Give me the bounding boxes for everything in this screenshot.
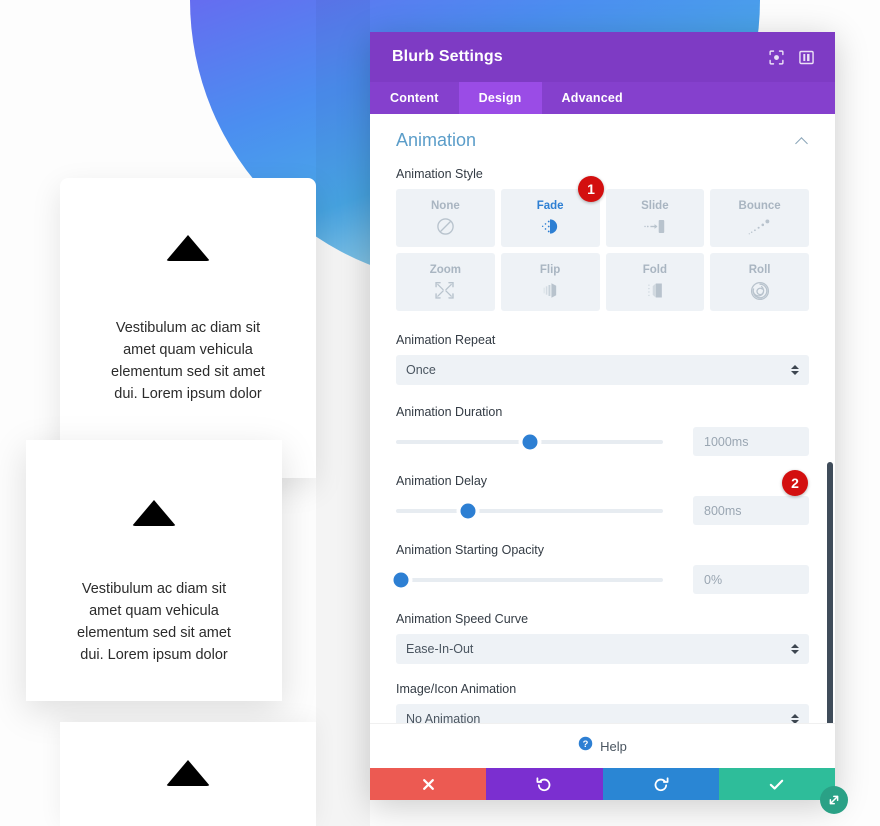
chevron-updown-icon <box>790 363 799 378</box>
blurb-card[interactable]: Vestibulum ac diam sit amet quam vehicul… <box>26 440 282 701</box>
screenshot-root: Vestibulum ac diam sit amet quam vehicul… <box>0 0 880 826</box>
animation-starting-opacity-label: Animation Starting Opacity <box>396 543 544 557</box>
animation-option-none[interactable]: None <box>396 189 495 247</box>
tab-content[interactable]: Content <box>370 82 459 114</box>
blurb-card[interactable] <box>60 722 316 826</box>
slider-track <box>396 434 663 449</box>
animation-option-bounce[interactable]: Bounce <box>710 189 809 247</box>
animation-option-label: Bounce <box>738 199 781 212</box>
animation-option-flip[interactable]: Flip <box>500 253 600 311</box>
cancel-button[interactable] <box>370 768 487 800</box>
slider-thumb[interactable] <box>393 572 409 587</box>
blurb-card[interactable]: Vestibulum ac diam sit amet quam vehicul… <box>60 178 316 478</box>
column-shade-left <box>316 0 370 826</box>
focus-target-icon[interactable] <box>761 42 791 72</box>
animation-speed-curve-select[interactable]: Ease-In-Out <box>396 634 809 664</box>
animation-option-label: Zoom <box>429 263 462 276</box>
animation-option-slide[interactable]: Slide <box>605 189 705 247</box>
animation-starting-opacity-slider[interactable] <box>393 569 693 591</box>
modal-footer <box>370 768 835 800</box>
section-title: Animation <box>396 130 477 150</box>
blurb-settings-modal: Blurb Settings Content Design Advanced A… <box>370 32 848 814</box>
animation-starting-opacity-row: 0% <box>393 565 809 594</box>
checkmark-icon <box>770 779 784 790</box>
animation-option-label: Slide <box>641 199 669 212</box>
triangle-up-icon <box>166 235 210 261</box>
animation-option-label: Roll <box>748 263 771 276</box>
animation-speed-curve-value: Ease-In-Out <box>406 642 474 656</box>
modal-body: Animation Animation Style None Fade Slid… <box>370 114 835 768</box>
svg-text:?: ? <box>583 739 589 749</box>
animation-option-label: None <box>431 199 460 212</box>
animation-style-label: Animation Style <box>396 167 483 181</box>
layout-panel-icon[interactable] <box>791 42 821 72</box>
slider-track <box>396 503 663 518</box>
animation-option-label: Flip <box>539 263 561 276</box>
animation-option-label: Fade <box>536 199 564 212</box>
redo-button[interactable] <box>602 768 719 800</box>
animation-speed-curve-label: Animation Speed Curve <box>396 612 529 626</box>
animation-repeat-value: Once <box>406 363 436 377</box>
chevron-updown-icon <box>790 642 799 657</box>
animation-duration-row: 1000ms <box>396 427 809 456</box>
slider-track <box>393 572 663 587</box>
animation-option-roll[interactable]: Roll <box>710 253 809 311</box>
animation-delay-label: Animation Delay <box>396 474 488 488</box>
triangle-up-icon <box>166 760 210 786</box>
slider-thumb[interactable] <box>460 503 476 518</box>
animation-option-fold[interactable]: Fold <box>605 253 705 311</box>
triangle-up-icon <box>132 500 176 526</box>
animation-starting-opacity-value[interactable]: 0% <box>693 565 809 594</box>
animation-repeat-select[interactable]: Once <box>396 355 809 385</box>
animation-section-header[interactable]: Animation <box>396 114 809 155</box>
fade-icon <box>539 217 561 237</box>
annotation-badge-2: 2 <box>782 470 808 496</box>
help-row[interactable]: ? Help <box>370 723 835 768</box>
settings-scroll-area: Animation Animation Style None Fade Slid… <box>370 114 835 768</box>
undo-button[interactable] <box>486 768 603 800</box>
slider-thumb[interactable] <box>522 434 537 449</box>
blurb-text: Vestibulum ac diam sit amet quam vehicul… <box>111 320 265 402</box>
question-circle-icon: ? <box>578 736 593 756</box>
animation-duration-label: Animation Duration <box>396 405 503 419</box>
image-icon-animation-label: Image/Icon Animation <box>396 682 517 696</box>
animation-repeat-label: Animation Repeat <box>396 333 496 347</box>
blurb-text: Vestibulum ac diam sit amet quam vehicul… <box>77 581 231 663</box>
flip-icon <box>539 281 561 301</box>
save-button[interactable] <box>718 768 835 800</box>
annotation-badge-1: 1 <box>578 176 604 202</box>
no-entry-icon <box>436 217 455 237</box>
bounce-icon <box>748 217 772 237</box>
chevron-up-icon[interactable] <box>796 137 809 145</box>
animation-delay-slider[interactable] <box>396 500 693 522</box>
animation-duration-slider[interactable] <box>396 431 693 453</box>
animation-delay-row: 800ms <box>396 496 809 525</box>
spiral-roll-icon <box>750 281 770 301</box>
animation-option-label: Fold <box>642 263 668 276</box>
animation-duration-value[interactable]: 1000ms <box>693 427 809 456</box>
modal-header: Blurb Settings <box>370 32 835 82</box>
close-x-icon <box>422 778 434 790</box>
animation-option-zoom[interactable]: Zoom <box>396 253 495 311</box>
modal-title: Blurb Settings <box>392 48 503 65</box>
resize-diagonal-icon[interactable] <box>820 786 848 814</box>
slide-icon <box>643 217 667 237</box>
undo-icon <box>536 777 551 792</box>
redo-icon <box>654 777 669 792</box>
tab-advanced[interactable]: Advanced <box>542 82 643 114</box>
fold-icon <box>644 281 666 301</box>
modal-tabs: Content Design Advanced <box>370 82 835 114</box>
help-label: Help <box>600 738 627 754</box>
animation-delay-value[interactable]: 800ms <box>693 496 809 525</box>
tab-design[interactable]: Design <box>458 82 542 114</box>
zoom-expand-icon <box>434 281 456 301</box>
animation-style-grid: None Fade Slide Bounce Zoom Flip Fold Ro… <box>396 189 809 311</box>
